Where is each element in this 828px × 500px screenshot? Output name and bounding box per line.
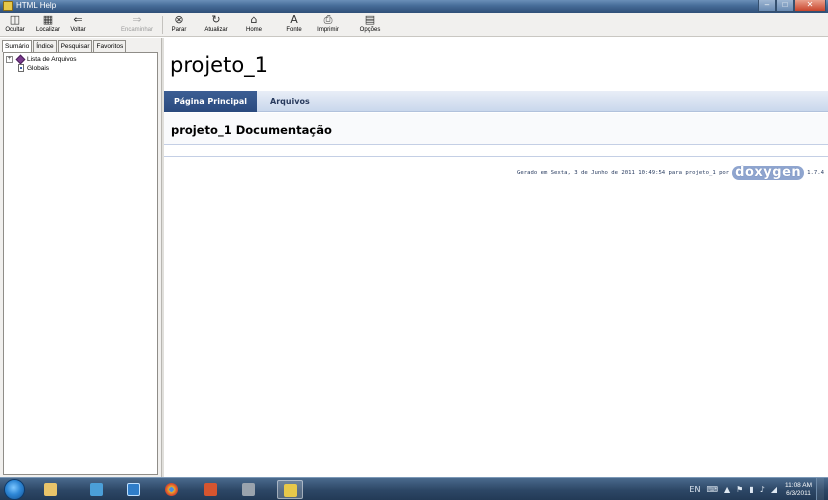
start-button[interactable] (4, 479, 25, 500)
tree-item-label: Lista de Arquivos (27, 56, 77, 63)
back-button[interactable]: ⇐ Voltar (66, 13, 90, 34)
stack-icon (242, 483, 255, 496)
doc-tabs: Página Principal Arquivos (164, 91, 828, 112)
expand-icon[interactable]: + (6, 56, 13, 63)
navigation-pane: Sumário Índice Pesquisar Favoritos + Lis… (0, 38, 161, 477)
window-title: HTML Help (16, 1, 57, 10)
network-icon[interactable]: ◢ (771, 485, 777, 494)
footer-version: 1.7.4 (807, 170, 824, 176)
options-button[interactable]: ▤ Opções (357, 13, 383, 34)
tab-contents[interactable]: Sumário (2, 40, 33, 52)
system-tray: EN ⌨ ▲ ⚑ ▮ ♪ ◢ 11:08 AM 6/3/2011 (689, 478, 824, 500)
options-icon: ▤ (364, 13, 376, 26)
help-icon (284, 484, 297, 497)
toolbar: ◫ Ocultar ▦ Localizar ⇐ Voltar ⇒ Encamin… (0, 13, 828, 37)
back-arrow-icon: ⇐ (73, 13, 83, 26)
forward-arrow-icon: ⇒ (132, 13, 142, 26)
taskbar-app-1[interactable] (84, 480, 110, 499)
project-title: projeto_1 (170, 53, 269, 77)
taskbar: EN ⌨ ▲ ⚑ ▮ ♪ ◢ 11:08 AM 6/3/2011 (0, 477, 828, 500)
show-hidden-icons[interactable]: ▲ (724, 485, 730, 494)
title-bar: HTML Help – □ ✕ (0, 0, 828, 13)
page-heading: projeto_1 Documentação (171, 123, 332, 137)
clock-date: 6/3/2011 (786, 489, 811, 497)
office-icon (204, 483, 217, 496)
help-app-icon (3, 1, 13, 11)
content-pane: projeto_1 Página Principal Arquivos proj… (164, 38, 828, 477)
tab-search[interactable]: Pesquisar (57, 40, 93, 52)
stop-button[interactable]: ⊗ Parar (168, 13, 190, 34)
toolbar-separator (162, 16, 163, 34)
contents-tree: + Lista de Arquivos Globais (3, 52, 158, 475)
print-button[interactable]: ⎙ Imprimir (314, 13, 342, 34)
font-icon: A (290, 13, 298, 26)
stop-icon: ⊗ (174, 13, 184, 26)
print-icon: ⎙ (323, 13, 333, 26)
flag-icon[interactable]: ⚑ (736, 485, 743, 494)
battery-icon[interactable]: ▮ (749, 485, 753, 494)
doc-header: projeto_1 Documentação (164, 113, 828, 145)
home-icon: ⌂ (250, 13, 258, 26)
home-button[interactable]: ⌂ Home (243, 13, 265, 34)
forward-button[interactable]: ⇒ Encaminhar (119, 13, 155, 34)
font-button[interactable]: A Fonte (283, 13, 305, 34)
clock[interactable]: 11:08 AM 6/3/2011 (785, 482, 812, 498)
window-controls: – □ ✕ (758, 0, 826, 12)
chrome-icon (165, 483, 178, 496)
locate-button[interactable]: ▦ Localizar (33, 13, 63, 34)
hide-icon: ◫ (9, 13, 21, 26)
tree-item-globals[interactable]: Globais (6, 64, 146, 73)
taskbar-app-4[interactable] (236, 480, 262, 499)
keyboard-icon[interactable]: ⌨ (706, 485, 718, 494)
taskbar-app-3[interactable] (198, 480, 224, 499)
app-icon (90, 483, 103, 496)
doxygen-logo[interactable]: doxygen (732, 166, 805, 180)
folder-icon (44, 483, 57, 496)
minimize-button[interactable]: – (758, 0, 776, 12)
page-icon (18, 64, 24, 72)
taskbar-app-2[interactable] (121, 480, 147, 499)
clock-time: 11:08 AM (785, 481, 812, 489)
taskbar-html-help[interactable] (277, 480, 303, 499)
locate-icon: ▦ (42, 13, 54, 26)
tab-index[interactable]: Índice (33, 40, 57, 52)
navigation-tabs: Sumário Índice Pesquisar Favoritos (2, 40, 127, 52)
refresh-icon: ↻ (211, 13, 221, 26)
volume-icon[interactable]: ♪ (760, 485, 765, 494)
doc-footer: Gerado em Sexta, 3 de Junho de 2011 10:4… (517, 166, 824, 180)
tab-files[interactable]: Arquivos (260, 91, 320, 112)
language-indicator[interactable]: EN (689, 485, 700, 494)
maximize-button[interactable]: □ (776, 0, 794, 12)
footer-text: Gerado em Sexta, 3 de Junho de 2011 10:4… (517, 170, 730, 176)
tree-item-label: Globais (27, 65, 50, 72)
hide-button[interactable]: ◫ Ocultar (3, 13, 27, 34)
taskbar-explorer[interactable] (38, 480, 64, 499)
close-button[interactable]: ✕ (794, 0, 826, 12)
taskbar-chrome[interactable] (159, 480, 185, 499)
refresh-button[interactable]: ↻ Atualizar (202, 13, 230, 34)
tab-favorites[interactable]: Favoritos (93, 40, 127, 52)
tab-main-page[interactable]: Página Principal (164, 91, 257, 112)
show-desktop-button[interactable] (816, 478, 824, 500)
book-icon (15, 54, 26, 65)
media-icon (127, 483, 140, 496)
tree-item-file-list[interactable]: + Lista de Arquivos (6, 54, 146, 65)
footer-divider (164, 156, 828, 157)
